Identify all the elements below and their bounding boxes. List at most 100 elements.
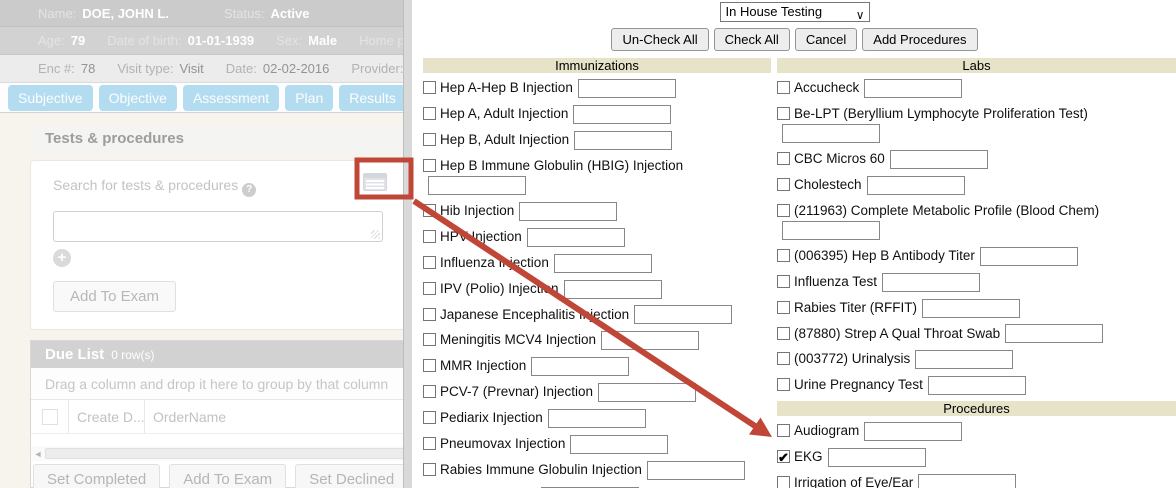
procedure-checklist-item[interactable]: CBC Micros 60: [777, 149, 1176, 169]
item-checkbox[interactable]: [423, 81, 436, 94]
due-list-action-button[interactable]: Set Completed: [33, 464, 160, 488]
procedure-checklist-item[interactable]: HPV Injection: [423, 227, 771, 247]
item-checkbox[interactable]: [423, 359, 436, 372]
item-checkbox[interactable]: [423, 107, 436, 120]
chart-tab[interactable]: Plan: [285, 85, 333, 111]
procedure-checklist-item[interactable]: EKG: [777, 447, 1176, 467]
procedure-checklist-item[interactable]: MMR Injection: [423, 356, 771, 376]
procedure-checklist-item[interactable]: PCV-7 (Prevnar) Injection: [423, 382, 771, 402]
item-value-input[interactable]: [782, 124, 880, 143]
modal-action-button[interactable]: Cancel: [795, 28, 857, 51]
item-checkbox[interactable]: [777, 476, 790, 488]
procedure-checklist-item[interactable]: (211963) Complete Metabolic Profile (Blo…: [777, 201, 1176, 240]
procedure-checklist-item[interactable]: Japanese Encephalitis Injection: [423, 305, 771, 325]
item-value-input[interactable]: [928, 376, 1026, 395]
item-value-input[interactable]: [531, 357, 629, 376]
item-checkbox[interactable]: [423, 463, 436, 476]
item-value-input[interactable]: [647, 461, 745, 480]
item-value-input[interactable]: [573, 105, 671, 124]
item-value-input[interactable]: [570, 435, 668, 454]
item-value-input[interactable]: [554, 254, 652, 273]
item-value-input[interactable]: [864, 79, 962, 98]
column-header-create-date[interactable]: Create D...: [69, 400, 145, 433]
item-checkbox[interactable]: [423, 308, 436, 321]
search-textarea[interactable]: [53, 211, 383, 242]
procedure-checklist-item[interactable]: (003772) Urinalysis: [777, 349, 1176, 369]
item-value-input[interactable]: [915, 350, 1013, 369]
procedure-checklist-item[interactable]: Accucheck: [777, 78, 1176, 98]
item-checkbox[interactable]: [777, 378, 790, 391]
item-checkbox[interactable]: [423, 256, 436, 269]
column-header-ordername[interactable]: OrderName: [145, 400, 412, 434]
item-checkbox[interactable]: [777, 301, 790, 314]
procedure-checklist-item[interactable]: Pediarix Injection: [423, 408, 771, 428]
scrollbar-thumb[interactable]: [45, 448, 412, 459]
item-checkbox[interactable]: [423, 282, 436, 295]
chart-tab[interactable]: Assessment: [183, 85, 279, 111]
item-value-input[interactable]: [1005, 324, 1103, 343]
item-value-input[interactable]: [980, 247, 1078, 266]
item-value-input[interactable]: [428, 176, 526, 195]
help-icon[interactable]: ?: [242, 183, 256, 197]
add-to-exam-button[interactable]: Add To Exam: [53, 281, 176, 312]
chart-tab[interactable]: Subjective: [8, 85, 93, 111]
procedure-checklist-item[interactable]: Meningitis MCV4 Injection: [423, 330, 771, 350]
select-all-checkbox[interactable]: [42, 409, 58, 425]
item-value-input[interactable]: [578, 79, 676, 98]
item-value-input[interactable]: [918, 474, 1016, 488]
due-list-action-button[interactable]: Set Declined: [295, 464, 408, 488]
procedure-checklist-item[interactable]: Audiogram: [777, 421, 1176, 441]
chart-tab[interactable]: Results: [339, 85, 406, 111]
item-value-input[interactable]: [634, 305, 732, 324]
item-value-input[interactable]: [548, 409, 646, 428]
item-value-input[interactable]: [601, 331, 699, 350]
scroll-left-arrow-icon[interactable]: ◄: [31, 449, 45, 459]
panel-scrollbar[interactable]: [403, 0, 412, 488]
test-category-select[interactable]: In House Testing ∨: [720, 2, 870, 22]
procedure-checklist-item[interactable]: Hep B Immune Globulin (HBIG) Injection: [423, 156, 771, 195]
procedure-checklist-item[interactable]: Pneumovax Injection: [423, 434, 771, 454]
item-value-input[interactable]: [564, 280, 662, 299]
item-checkbox[interactable]: [423, 133, 436, 146]
item-value-input[interactable]: [864, 422, 962, 441]
procedure-checklist-item[interactable]: Irrigation of Eye/Ear: [777, 473, 1176, 488]
item-checkbox[interactable]: [423, 204, 436, 217]
procedure-checklist-item[interactable]: Rabies Immune Globulin Injection: [423, 460, 771, 480]
item-checkbox[interactable]: [777, 352, 790, 365]
procedure-checklist-item[interactable]: Hib Injection: [423, 201, 771, 221]
item-checkbox[interactable]: [777, 327, 790, 340]
item-value-input[interactable]: [867, 176, 965, 195]
procedure-checklist-item[interactable]: Cholestech: [777, 175, 1176, 195]
procedure-checklist-item[interactable]: Hep A, Adult Injection: [423, 104, 771, 124]
item-checkbox[interactable]: [423, 333, 436, 346]
procedure-checklist-item[interactable]: Rabies Titer (RFFIT): [777, 298, 1176, 318]
add-row-plus-icon[interactable]: +: [53, 249, 71, 267]
modal-action-button[interactable]: Add Procedures: [862, 28, 977, 51]
item-value-input[interactable]: [574, 131, 672, 150]
item-checkbox[interactable]: [777, 249, 790, 262]
item-checkbox[interactable]: [777, 81, 790, 94]
procedure-checklist-item[interactable]: Influenza Injection: [423, 253, 771, 273]
procedure-checklist-item[interactable]: Hep B, Adult Injection: [423, 130, 771, 150]
item-value-input[interactable]: [527, 228, 625, 247]
item-value-input[interactable]: [922, 299, 1020, 318]
due-list-action-button[interactable]: Add To Exam: [169, 464, 286, 488]
open-procedure-list-button[interactable]: [358, 169, 392, 195]
item-checkbox[interactable]: [423, 437, 436, 450]
item-checkbox[interactable]: [777, 152, 790, 165]
item-checkbox[interactable]: [777, 275, 790, 288]
item-checkbox[interactable]: [777, 450, 790, 463]
procedure-checklist-item[interactable]: Hep A-Hep B Injection: [423, 78, 771, 98]
horizontal-scrollbar[interactable]: ◄: [31, 446, 412, 461]
item-value-input[interactable]: [519, 202, 617, 221]
procedure-checklist-item[interactable]: (006395) Hep B Antibody Titer: [777, 246, 1176, 266]
item-checkbox[interactable]: [423, 230, 436, 243]
modal-action-button[interactable]: Un-Check All: [611, 28, 708, 51]
item-checkbox[interactable]: [777, 107, 790, 120]
item-value-input[interactable]: [782, 221, 880, 240]
chart-tab[interactable]: Objective: [99, 85, 177, 111]
item-value-input[interactable]: [890, 150, 988, 169]
procedure-checklist-item[interactable]: Influenza Test: [777, 272, 1176, 292]
item-checkbox[interactable]: [423, 411, 436, 424]
procedure-checklist-item[interactable]: (87880) Strep A Qual Throat Swab: [777, 324, 1176, 344]
